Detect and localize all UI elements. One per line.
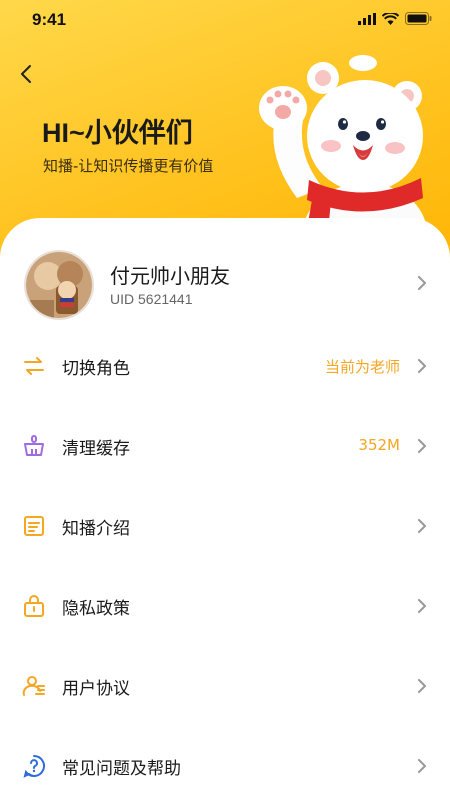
back-button[interactable] bbox=[14, 62, 38, 86]
content-card: 付元帅小朋友 UID 5621441 切换角色 当前为老师 清理缓存 352M bbox=[0, 218, 450, 800]
menu-item-label: 隐私政策 bbox=[62, 599, 130, 619]
menu-item-label: 清理缓存 bbox=[62, 439, 130, 459]
menu-item-value: 352M bbox=[358, 436, 400, 454]
profile-name: 付元帅小朋友 bbox=[110, 264, 230, 288]
signal-icon bbox=[358, 12, 376, 25]
user-icon bbox=[22, 676, 45, 696]
profile-row[interactable]: 付元帅小朋友 UID 5621441 bbox=[0, 248, 450, 328]
broom-icon bbox=[24, 435, 44, 456]
avatar-image bbox=[26, 252, 92, 318]
chevron-left-icon bbox=[21, 65, 31, 83]
menu-item-user-agreement[interactable]: 用户协议 bbox=[0, 656, 450, 716]
menu-item-switch-role[interactable]: 切换角色 当前为老师 bbox=[0, 336, 450, 396]
chevron-right-icon bbox=[418, 679, 426, 693]
hero-subtitle: 知播-让知识传播更有价值 bbox=[43, 157, 214, 175]
menu-item-privacy[interactable]: 隐私政策 bbox=[0, 576, 450, 636]
status-bar: 9:41 bbox=[0, 0, 450, 40]
menu-item-label: 用户协议 bbox=[62, 679, 130, 699]
menu-item-label: 知播介绍 bbox=[62, 519, 130, 539]
chevron-right-icon bbox=[418, 759, 426, 773]
menu-item-value: 当前为老师 bbox=[324, 358, 400, 376]
menu-item-about[interactable]: 知播介绍 bbox=[0, 496, 450, 556]
battery-icon bbox=[405, 12, 432, 25]
status-icons bbox=[358, 12, 432, 25]
help-icon bbox=[23, 755, 45, 778]
avatar bbox=[24, 250, 94, 320]
menu-item-label: 切换角色 bbox=[62, 359, 130, 379]
chevron-right-icon bbox=[418, 519, 426, 533]
chevron-right-icon bbox=[418, 599, 426, 613]
profile-uid: UID 5621441 bbox=[110, 291, 193, 307]
chevron-right-icon bbox=[418, 276, 426, 290]
chevron-right-icon bbox=[418, 359, 426, 373]
status-time: 9:41 bbox=[32, 10, 67, 29]
menu-item-help[interactable]: 常见问题及帮助 bbox=[0, 736, 450, 796]
hero-title: HI~小伙伴们 bbox=[42, 118, 193, 148]
document-icon bbox=[24, 516, 44, 536]
menu-item-clear-cache[interactable]: 清理缓存 352M bbox=[0, 416, 450, 476]
wifi-icon bbox=[382, 12, 399, 25]
menu-item-label: 常见问题及帮助 bbox=[62, 759, 181, 779]
swap-icon bbox=[24, 357, 44, 375]
chevron-right-icon bbox=[418, 439, 426, 453]
lock-icon bbox=[24, 595, 44, 617]
